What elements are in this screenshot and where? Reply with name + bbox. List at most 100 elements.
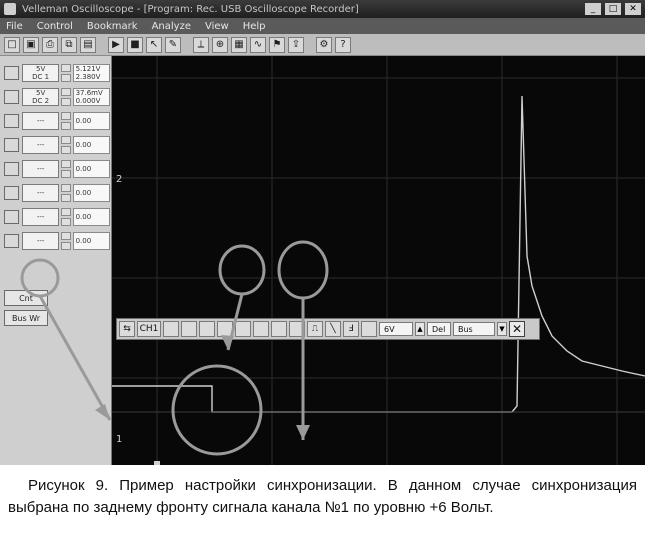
trigger-channel-select[interactable]: CH1 bbox=[137, 321, 161, 337]
channel-row: --- 0.00 bbox=[0, 134, 110, 156]
menu-control[interactable]: Control bbox=[37, 21, 73, 32]
scope-display[interactable]: 2 1 ⇆ CH1 ⎍ ╲ Ⅎ 6V ▲ Del Bus ▼ ✕ bbox=[112, 56, 645, 465]
channel-volts-div[interactable]: --- bbox=[22, 232, 60, 250]
trigger-mode-field[interactable]: Bus bbox=[453, 322, 495, 336]
channel-enable-button[interactable] bbox=[4, 162, 19, 176]
channel-arrows[interactable] bbox=[61, 160, 71, 178]
menu-help[interactable]: Help bbox=[243, 21, 266, 32]
count-button[interactable]: Cnt bbox=[4, 290, 48, 306]
tt-btn-9[interactable] bbox=[361, 321, 377, 337]
channel-panel: 5V DC 1 5.121V 2.380V 5V DC 2 37.6mV 0.0… bbox=[0, 56, 112, 465]
zoom-icon[interactable]: ⊕ bbox=[212, 36, 228, 53]
app-icon bbox=[4, 3, 16, 15]
channel-enable-button[interactable] bbox=[4, 138, 19, 152]
bus-write-button[interactable]: Bus Wr bbox=[4, 310, 48, 326]
channel-row: --- 0.00 bbox=[0, 110, 110, 132]
menu-analyze[interactable]: Analyze bbox=[152, 21, 191, 32]
channel-volts-div[interactable]: --- bbox=[22, 136, 60, 154]
tt-btn-1[interactable] bbox=[163, 321, 179, 337]
ruler-icon[interactable]: ⟂ bbox=[193, 36, 209, 53]
channel-enable-button[interactable] bbox=[4, 186, 19, 200]
trigger-level-arrows[interactable]: ▲ bbox=[415, 322, 425, 336]
channel-readout-top: 37.6mV bbox=[75, 89, 103, 97]
channel-arrows[interactable] bbox=[61, 64, 71, 82]
tt-btn-7[interactable] bbox=[271, 321, 287, 337]
channel-row: --- 0.00 bbox=[0, 182, 110, 204]
main-toolbar: □ ▣ ⎙ ⧉ ▤ ▶ ■ ↖ ✎ ⟂ ⊕ ▦ ∿ ⚑ ⇪ ⚙ ? bbox=[0, 34, 645, 56]
edge-rising-icon[interactable]: ⎍ bbox=[307, 321, 323, 337]
menu-view[interactable]: View bbox=[205, 21, 229, 32]
channel-readout: 0.00 bbox=[72, 184, 110, 202]
grid-icon[interactable]: ▦ bbox=[231, 36, 247, 53]
tt-btn-4[interactable] bbox=[217, 321, 233, 337]
save-icon[interactable]: ▣ bbox=[23, 36, 39, 53]
channel-enable-button[interactable] bbox=[4, 210, 19, 224]
channel-row: --- 0.00 bbox=[0, 230, 110, 252]
cursor-icon[interactable]: ↖ bbox=[146, 36, 162, 53]
channel-readout: 5.121V 2.380V bbox=[72, 64, 110, 82]
copy-icon[interactable]: ⧉ bbox=[61, 36, 77, 53]
run-icon[interactable]: ▶ bbox=[108, 36, 124, 53]
settings-icon[interactable]: ⚙ bbox=[316, 36, 332, 53]
new-icon[interactable]: □ bbox=[4, 36, 20, 53]
channel-readout-top: 0.00 bbox=[75, 213, 92, 221]
channel-readout: 0.00 bbox=[72, 112, 110, 130]
falling-edge-selected-icon[interactable]: Ⅎ bbox=[343, 321, 359, 337]
channel-readout-top: 5.121V bbox=[75, 65, 101, 73]
channel-volts-div[interactable]: 5V DC 2 bbox=[22, 88, 60, 106]
paste-icon[interactable]: ▤ bbox=[80, 36, 96, 53]
channel-readout-bottom: 2.380V bbox=[75, 73, 101, 81]
channel-row: --- 0.00 bbox=[0, 206, 110, 228]
channel-enable-button[interactable] bbox=[4, 90, 19, 104]
channel-volts-div[interactable]: --- bbox=[22, 208, 60, 226]
stop-icon[interactable]: ■ bbox=[127, 36, 143, 53]
channel-arrows[interactable] bbox=[61, 136, 71, 154]
channel-readout-top: 0.00 bbox=[75, 165, 92, 173]
channel-row: 5V DC 1 5.121V 2.380V bbox=[0, 62, 110, 84]
print-icon[interactable]: ⎙ bbox=[42, 36, 58, 53]
help-icon[interactable]: ? bbox=[335, 36, 351, 53]
channel-arrows[interactable] bbox=[61, 112, 71, 130]
fft-icon[interactable]: ∿ bbox=[250, 36, 266, 53]
channel-arrows[interactable] bbox=[61, 88, 71, 106]
menu-file[interactable]: File bbox=[6, 21, 23, 32]
tt-btn-8[interactable] bbox=[289, 321, 305, 337]
channel-volts-div[interactable]: 5V DC 1 bbox=[22, 64, 60, 82]
channel-volts-div[interactable]: --- bbox=[22, 160, 60, 178]
figure-caption: Рисунок 9. Пример настройки синхронизаци… bbox=[0, 465, 645, 557]
channel-enable-button[interactable] bbox=[4, 114, 19, 128]
channel-volts-div[interactable]: --- bbox=[22, 184, 60, 202]
menu-bookmark[interactable]: Bookmark bbox=[87, 21, 138, 32]
edge-falling-icon[interactable]: ╲ bbox=[325, 321, 341, 337]
channel-arrows[interactable] bbox=[61, 208, 71, 226]
channel-readout: 0.00 bbox=[72, 136, 110, 154]
trigger-toolbar: ⇆ CH1 ⎍ ╲ Ⅎ 6V ▲ Del Bus ▼ ✕ bbox=[116, 318, 540, 340]
channel-arrows[interactable] bbox=[61, 184, 71, 202]
channel-arrows[interactable] bbox=[61, 232, 71, 250]
trigger-settings-icon[interactable]: ⇆ bbox=[119, 321, 135, 337]
channel-enable-button[interactable] bbox=[4, 66, 19, 80]
signal-trace bbox=[112, 95, 645, 413]
close-icon[interactable]: ✕ bbox=[509, 321, 525, 337]
tt-btn-5[interactable] bbox=[235, 321, 251, 337]
channel-readout-top: 0.00 bbox=[75, 189, 92, 197]
measure-icon[interactable]: ✎ bbox=[165, 36, 181, 53]
export-icon[interactable]: ⇪ bbox=[288, 36, 304, 53]
close-button[interactable]: ✕ bbox=[625, 3, 641, 15]
channel-volts-div[interactable]: --- bbox=[22, 112, 60, 130]
maximize-button[interactable]: □ bbox=[605, 3, 621, 15]
channel-row: 5V DC 2 37.6mV 0.000V bbox=[0, 86, 110, 108]
menu-bar: File Control Bookmark Analyze View Help bbox=[0, 18, 645, 34]
trace-ref-2: 2 bbox=[116, 174, 122, 185]
tt-btn-6[interactable] bbox=[253, 321, 269, 337]
trigger-level-field[interactable]: 6V bbox=[379, 322, 413, 336]
channel-readout-top: 0.00 bbox=[75, 237, 92, 245]
tt-btn-3[interactable] bbox=[199, 321, 215, 337]
channel-enable-button[interactable] bbox=[4, 234, 19, 248]
bookmark-icon[interactable]: ⚑ bbox=[269, 36, 285, 53]
trigger-mode-arrows[interactable]: ▼ bbox=[497, 322, 507, 336]
minimize-button[interactable]: _ bbox=[585, 3, 601, 15]
tt-btn-2[interactable] bbox=[181, 321, 197, 337]
channel-readout: 0.00 bbox=[72, 208, 110, 226]
window-title: Velleman Oscilloscope - [Program: Rec. U… bbox=[22, 3, 359, 15]
